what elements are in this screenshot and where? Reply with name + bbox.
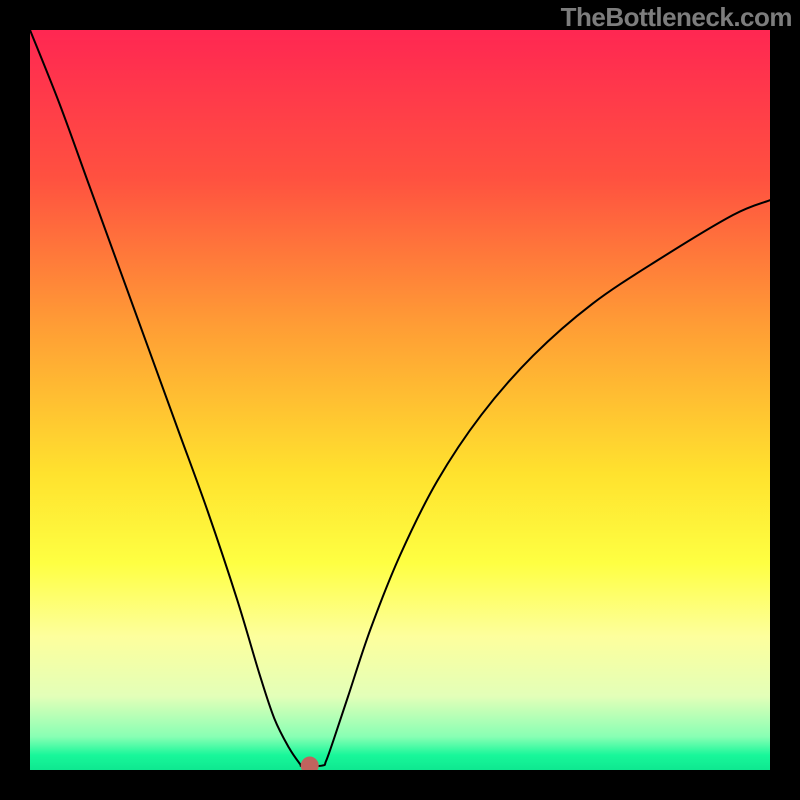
plot-border [0, 770, 800, 800]
watermark-text: TheBottleneck.com [561, 2, 792, 33]
plot-background [30, 30, 770, 770]
plot-border [770, 0, 800, 800]
chart-frame: TheBottleneck.com [0, 0, 800, 800]
plot-border [0, 0, 30, 800]
bottleneck-chart [0, 0, 800, 800]
